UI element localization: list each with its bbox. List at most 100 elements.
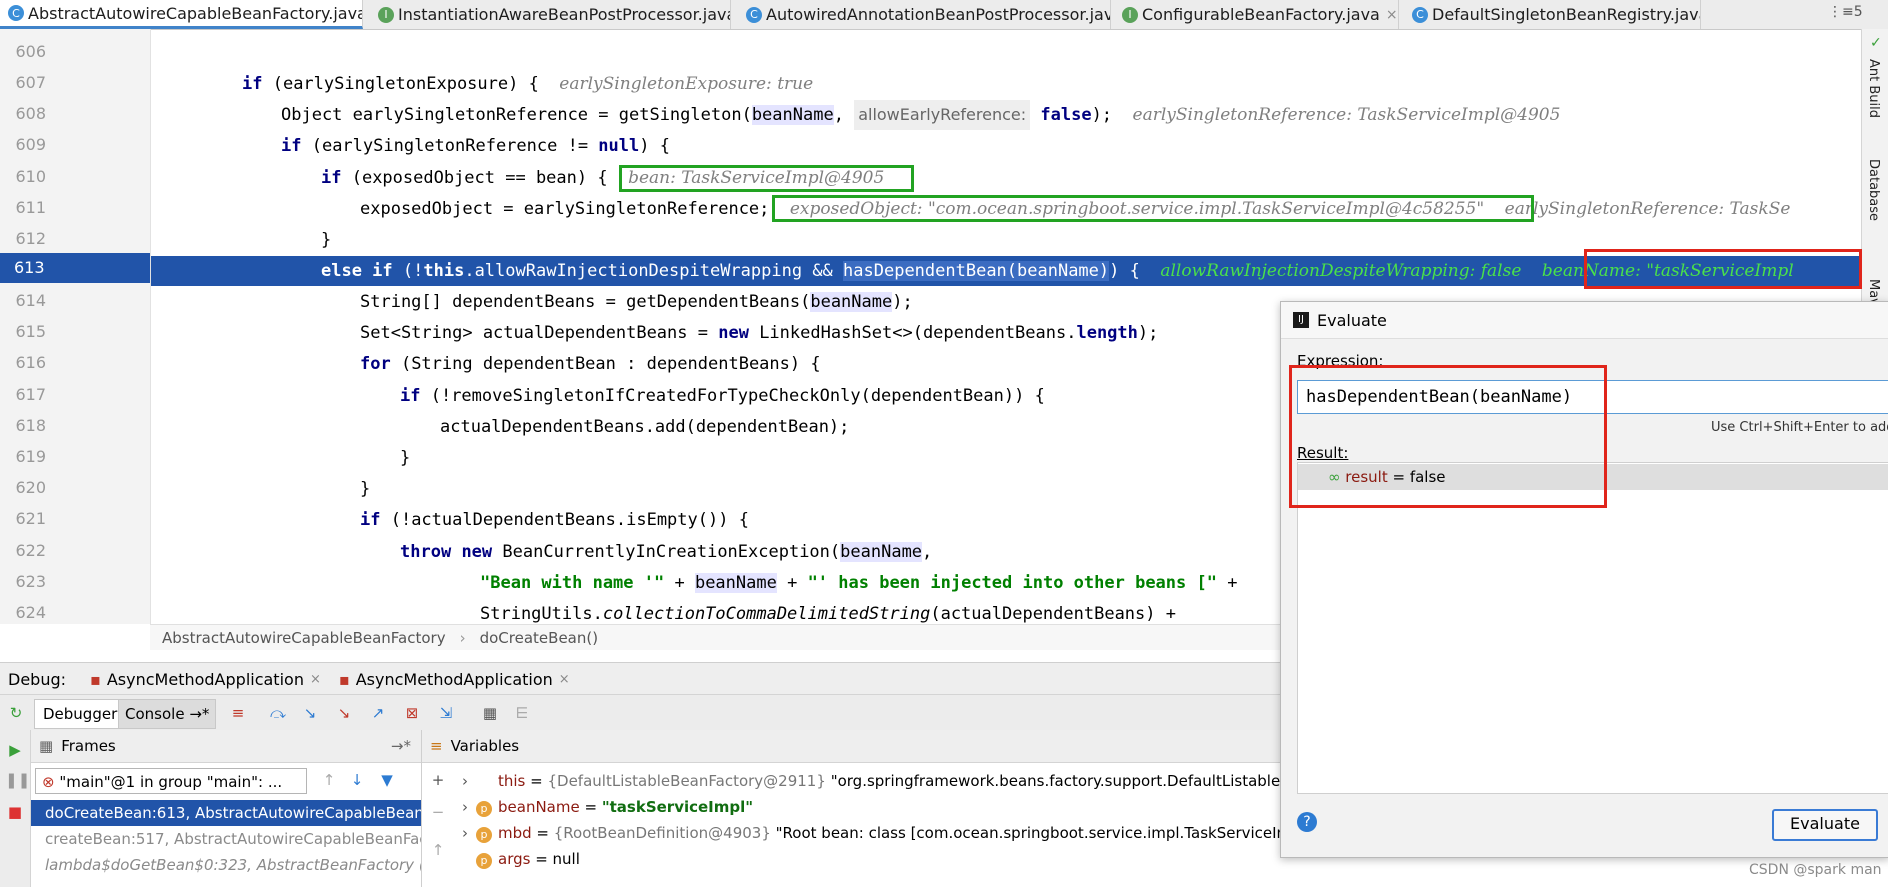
red-annotation-box [1289, 365, 1607, 508]
add-watch-icon[interactable]: + [428, 770, 448, 790]
arrow-up-icon[interactable]: ↑ [319, 770, 339, 790]
step-out-icon[interactable]: ↗ [368, 703, 388, 723]
code-text: (exposedObject == bean) { [341, 168, 629, 188]
close-icon[interactable]: × [559, 672, 570, 687]
resume-icon[interactable]: ▶ [5, 740, 25, 760]
debug-session-tab[interactable]: AsyncMethodApplication [356, 670, 553, 689]
variable-name: beanName [498, 798, 580, 816]
line-number: 609 [15, 135, 46, 154]
step-into-icon[interactable]: ↘ [300, 703, 320, 723]
pin-icon[interactable]: →* [391, 737, 411, 755]
filter-icon[interactable]: ▼ [377, 770, 397, 790]
variable-highlight: beanName [751, 105, 834, 125]
tab-label: DefaultSingletonBeanRegistry.java [1432, 5, 1701, 24]
selected-expression: hasDependentBean(beanName) [843, 261, 1110, 281]
code-text: + [664, 573, 695, 593]
variable-desc: {RootBeanDefinition@4903} [553, 824, 771, 842]
tab-default-singleton-registry[interactable]: C DefaultSingletonBeanRegistry.java × [1404, 0, 1701, 29]
string-literal: "Bean with name '" [480, 573, 665, 593]
run-config-icon: ▪ [90, 669, 101, 689]
arrow-down-icon[interactable]: ↓ [347, 770, 367, 790]
ant-build-tool[interactable]: Ant Build [1866, 59, 1881, 118]
remove-watch-icon[interactable]: − [428, 802, 448, 822]
close-icon[interactable]: × [310, 672, 321, 687]
evaluate-expression-icon[interactable]: ▦ [480, 703, 500, 723]
breadcrumb-class[interactable]: AbstractAutowireCapableBeanFactory [162, 629, 446, 647]
evaluate-title: Evaluate [1317, 310, 1387, 330]
line-number: 620 [15, 478, 46, 497]
keyword: new [718, 323, 749, 343]
code-line-615: Set<String> actualDependentBeans = new L… [360, 318, 1158, 348]
line-number: 622 [15, 541, 46, 560]
debug-session-tab[interactable]: AsyncMethodApplication [107, 670, 304, 689]
code-text: , [833, 105, 855, 125]
move-up-icon[interactable]: ↑ [428, 840, 448, 860]
tab-label: ConfigurableBeanFactory.java [1142, 5, 1380, 24]
frame-item[interactable]: lambda$doGetBean$0:323, AbstractBeanFact… [31, 852, 421, 878]
database-tool[interactable]: Database [1866, 159, 1881, 221]
run-config-icon: ▪ [338, 669, 350, 689]
frame-item[interactable]: doCreateBean:613, AbstractAutowireCapabl… [31, 800, 421, 826]
trace-icon[interactable]: ⋿ [512, 703, 532, 723]
step-over-icon[interactable]: ⤼ [268, 703, 288, 723]
help-button[interactable]: ? [1297, 812, 1317, 832]
line-number: 612 [15, 229, 46, 248]
tab-abstract-autowire[interactable]: C AbstractAutowireCapableBeanFactory.jav… [0, 0, 363, 29]
show-execution-point-icon[interactable]: ≡ [228, 703, 248, 723]
debug-label: Debug: [8, 669, 67, 689]
tab-instantiation-aware[interactable]: I InstantiationAwareBeanPostProcessor.ja… [370, 0, 731, 29]
variable-row[interactable]: › p mbd = {RootBeanDefinition@4903} "Root … [462, 820, 1311, 846]
pause-icon[interactable]: ❚❚ [5, 770, 30, 790]
code-text: ) { [1109, 261, 1161, 281]
line-number: 608 [15, 104, 46, 123]
keyword: if [400, 386, 421, 406]
red-annotation-box [1584, 249, 1862, 289]
line-number: 619 [15, 447, 46, 466]
interface-icon: I [1122, 6, 1138, 23]
tab-list-menu[interactable]: ⋮≡5 [1828, 4, 1863, 20]
keyword: null [598, 136, 640, 156]
tab-configurable-bean-factory[interactable]: I ConfigurableBeanFactory.java × [1114, 0, 1399, 29]
debug-actions-strip: ▶ ❚❚ ■ [0, 730, 31, 887]
code-line-624: StringUtils.collectionToCommaDelimitedSt… [480, 599, 1176, 624]
close-icon[interactable]: × [1386, 7, 1398, 23]
line-number: 623 [15, 572, 46, 591]
inline-value-hint: earlySingletonReference: TaskSe [1504, 199, 1791, 219]
console-tab[interactable]: Console →* [118, 699, 217, 729]
rerun-icon[interactable]: ↻ [6, 703, 26, 723]
param-icon: p [476, 827, 492, 843]
breadcrumb-method[interactable]: doCreateBean() [480, 629, 598, 647]
force-step-into-icon[interactable]: ↘ [334, 703, 354, 723]
variable-row[interactable]: › this = {DefaultListableBeanFactory@2911… [462, 768, 1318, 794]
keyword: if [360, 510, 381, 530]
drop-frame-icon[interactable]: ⊠ [402, 703, 422, 723]
line-number: 615 [15, 322, 46, 341]
result-tree[interactable]: ∞ result = false [1297, 462, 1888, 794]
thread-select[interactable]: ⊗ "main"@1 in group "main": ... [35, 768, 307, 794]
variable-row[interactable]: p args = null [462, 846, 580, 872]
variable-value: "taskServiceImpl" [601, 798, 754, 816]
frame-item[interactable]: createBean:517, AbstractAutowireCapableB… [31, 826, 421, 852]
chevron-right-icon: › [459, 628, 466, 647]
variable-value: "Root bean: class [com.ocean.springboot.… [775, 824, 1311, 842]
variable-highlight: beanName [810, 292, 893, 312]
code-line-612: } [321, 230, 332, 250]
code-line-616: for (String dependentBean : dependentBea… [360, 349, 821, 379]
expand-icon[interactable]: › [462, 824, 468, 842]
stop-icon[interactable]: ■ [5, 802, 25, 822]
tab-autowired-annotation[interactable]: C AutowiredAnnotationBeanPostProcessor.j… [738, 0, 1111, 29]
variable-value: null [552, 850, 580, 868]
param-icon: p [476, 853, 492, 869]
line-number: 614 [15, 291, 46, 310]
debugger-tab[interactable]: Debugger [34, 699, 127, 729]
variable-row[interactable]: › p beanName = "taskServiceImpl" [462, 794, 753, 820]
expand-icon[interactable]: › [462, 772, 468, 790]
line-number: 610 [15, 167, 46, 186]
line-number: 621 [15, 509, 46, 528]
code-text: ); [892, 292, 913, 312]
evaluate-title-bar: IJ Evaluate [1281, 302, 1888, 339]
green-annotation-box [772, 195, 1534, 222]
run-to-cursor-icon[interactable]: ⇲ [436, 703, 456, 723]
evaluate-button[interactable]: Evaluate [1772, 809, 1878, 841]
expand-icon[interactable]: › [462, 798, 468, 816]
